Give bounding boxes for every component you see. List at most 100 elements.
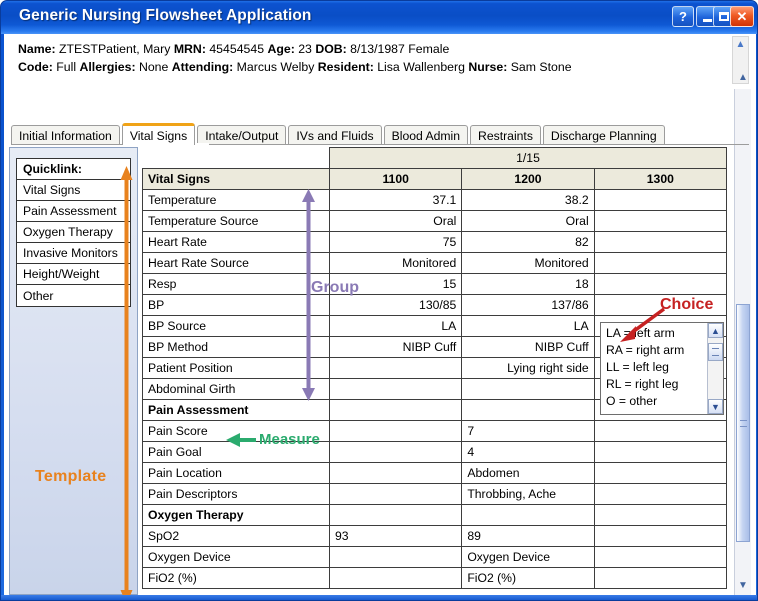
choice-item[interactable]: O = other (606, 393, 701, 410)
quicklink-item-invasive-monitors[interactable]: Invasive Monitors (17, 243, 130, 264)
grid-cell[interactable] (593, 504, 728, 526)
grid-row-label[interactable]: Patient Position (142, 357, 330, 379)
grid-cell[interactable]: Oxygen Device (461, 546, 595, 568)
grid-cell[interactable] (593, 210, 728, 232)
grid-cell[interactable]: 7 (461, 420, 595, 442)
grid-cell[interactable] (328, 483, 463, 505)
main-scroll-thumb[interactable] (736, 304, 750, 542)
grid-cell[interactable]: LA (461, 315, 595, 337)
main-vertical-scrollbar[interactable]: ▲ ▼ (734, 72, 751, 595)
grid-row-label[interactable]: Resp (142, 273, 330, 295)
grid-cell[interactable]: 37.1 (328, 189, 463, 211)
tab-blood-admin[interactable]: Blood Admin (383, 125, 469, 145)
choice-item[interactable]: RL = right leg (606, 376, 701, 393)
help-button[interactable]: ? (672, 6, 694, 27)
choice-scroll-thumb[interactable] (708, 343, 723, 361)
grid-cell[interactable] (461, 504, 595, 526)
choice-item[interactable]: RA = right arm (606, 342, 701, 359)
grid-cell[interactable]: 75 (328, 231, 463, 253)
grid-cell[interactable]: Monitored (328, 252, 463, 274)
grid-cell[interactable]: 89 (461, 525, 595, 547)
grid-cell[interactable] (328, 441, 463, 463)
grid-cell[interactable]: 130/85 (328, 294, 463, 316)
quicklink-item-vital-signs[interactable]: Vital Signs (17, 180, 130, 201)
grid-cell[interactable]: 18 (461, 273, 595, 295)
grid-cell[interactable]: 38.2 (461, 189, 595, 211)
choice-scroll-up-icon[interactable]: ▲ (708, 323, 723, 338)
grid-cell[interactable] (593, 525, 728, 547)
grid-cell[interactable] (328, 420, 463, 442)
grid-column-header[interactable]: Vital Signs (142, 168, 330, 190)
grid-cell[interactable] (593, 420, 728, 442)
choice-scroll-down-icon[interactable]: ▼ (708, 399, 723, 414)
tab-intake-output[interactable]: Intake/Output (197, 125, 287, 145)
tab-vital-signs[interactable]: Vital Signs (121, 123, 196, 145)
grid-cell[interactable] (461, 378, 595, 400)
tab-discharge-planning[interactable]: Discharge Planning (542, 125, 665, 145)
grid-cell[interactable]: 93 (328, 525, 463, 547)
grid-cell[interactable]: Throbbing, Ache (461, 483, 595, 505)
grid-column-header[interactable]: 1200 (461, 168, 595, 190)
grid-cell[interactable]: FiO2 (%) (461, 567, 595, 589)
grid-cell[interactable]: Monitored (461, 252, 595, 274)
grid-cell[interactable]: Lying right side (461, 357, 595, 379)
grid-row-label[interactable]: Oxygen Device (142, 546, 330, 568)
grid-row-label[interactable]: Pain Assessment (142, 399, 330, 421)
close-button[interactable]: ✕ (730, 6, 754, 27)
main-scroll-up-icon[interactable]: ▲ (735, 69, 751, 85)
grid-row-label[interactable]: Temperature Source (142, 210, 330, 232)
grid-cell[interactable] (593, 546, 728, 568)
grid-cell[interactable] (593, 567, 728, 589)
grid-cell[interactable]: NIBP Cuff (461, 336, 595, 358)
grid-cell[interactable]: NIBP Cuff (328, 336, 463, 358)
grid-row-label[interactable]: Heart Rate (142, 231, 330, 253)
grid-cell[interactable] (593, 483, 728, 505)
grid-cell[interactable] (593, 441, 728, 463)
tab-restraints[interactable]: Restraints (470, 125, 541, 145)
quicklink-item-other[interactable]: Other (17, 285, 130, 306)
grid-cell[interactable]: LA (328, 315, 463, 337)
bp-source-choice-popup[interactable]: LA = left arm RA = right arm LL = left leg… (600, 322, 724, 415)
grid-row-label[interactable]: FiO2 (%) (142, 567, 330, 589)
grid-cell[interactable]: 82 (461, 231, 595, 253)
grid-cell[interactable] (461, 399, 595, 421)
quicklink-item-pain-assessment[interactable]: Pain Assessment (17, 201, 130, 222)
grid-cell[interactable]: 4 (461, 441, 595, 463)
quicklink-item-height-weight[interactable]: Height/Weight (17, 264, 130, 285)
grid-row-label[interactable]: Heart Rate Source (142, 252, 330, 274)
grid-row-label[interactable]: Abdominal Girth (142, 378, 330, 400)
grid-cell[interactable] (593, 252, 728, 274)
grid-cell[interactable] (328, 357, 463, 379)
grid-row-label[interactable]: Pain Descriptors (142, 483, 330, 505)
grid-row-label[interactable]: Oxygen Therapy (142, 504, 330, 526)
banner-scroll-up-icon[interactable]: ▲ (733, 37, 748, 52)
grid-cell[interactable] (328, 462, 463, 484)
grid-cell[interactable]: Oral (461, 210, 595, 232)
grid-cell[interactable] (593, 189, 728, 211)
grid-cell[interactable] (328, 378, 463, 400)
grid-cell[interactable] (328, 546, 463, 568)
grid-column-header[interactable]: 1100 (328, 168, 463, 190)
grid-row-label[interactable]: BP Method (142, 336, 330, 358)
grid-row-label[interactable]: Pain Location (142, 462, 330, 484)
grid-column-header[interactable]: 1300 (593, 168, 728, 190)
quicklink-item-oxygen-therapy[interactable]: Oxygen Therapy (17, 222, 130, 243)
grid-cell[interactable] (593, 462, 728, 484)
grid-row-label[interactable]: Temperature (142, 189, 330, 211)
grid-cell[interactable] (328, 504, 463, 526)
grid-cell[interactable] (328, 567, 463, 589)
choice-item[interactable]: LA = left arm (606, 325, 701, 342)
grid-cell[interactable] (328, 399, 463, 421)
grid-cell[interactable]: Abdomen (461, 462, 595, 484)
choice-popup-scrollbar[interactable]: ▲ ▼ (707, 323, 723, 414)
tab-initial-information[interactable]: Initial Information (11, 125, 120, 145)
choice-item[interactable]: LL = left leg (606, 359, 701, 376)
grid-cell[interactable] (593, 231, 728, 253)
grid-row-label[interactable]: BP Source (142, 315, 330, 337)
grid-cell[interactable]: Oral (328, 210, 463, 232)
grid-cell[interactable] (593, 273, 728, 295)
grid-row-label[interactable]: BP (142, 294, 330, 316)
tab-ivs-and-fluids[interactable]: IVs and Fluids (288, 125, 382, 145)
main-scroll-down-icon[interactable]: ▼ (735, 577, 751, 593)
grid-row-label[interactable]: SpO2 (142, 525, 330, 547)
